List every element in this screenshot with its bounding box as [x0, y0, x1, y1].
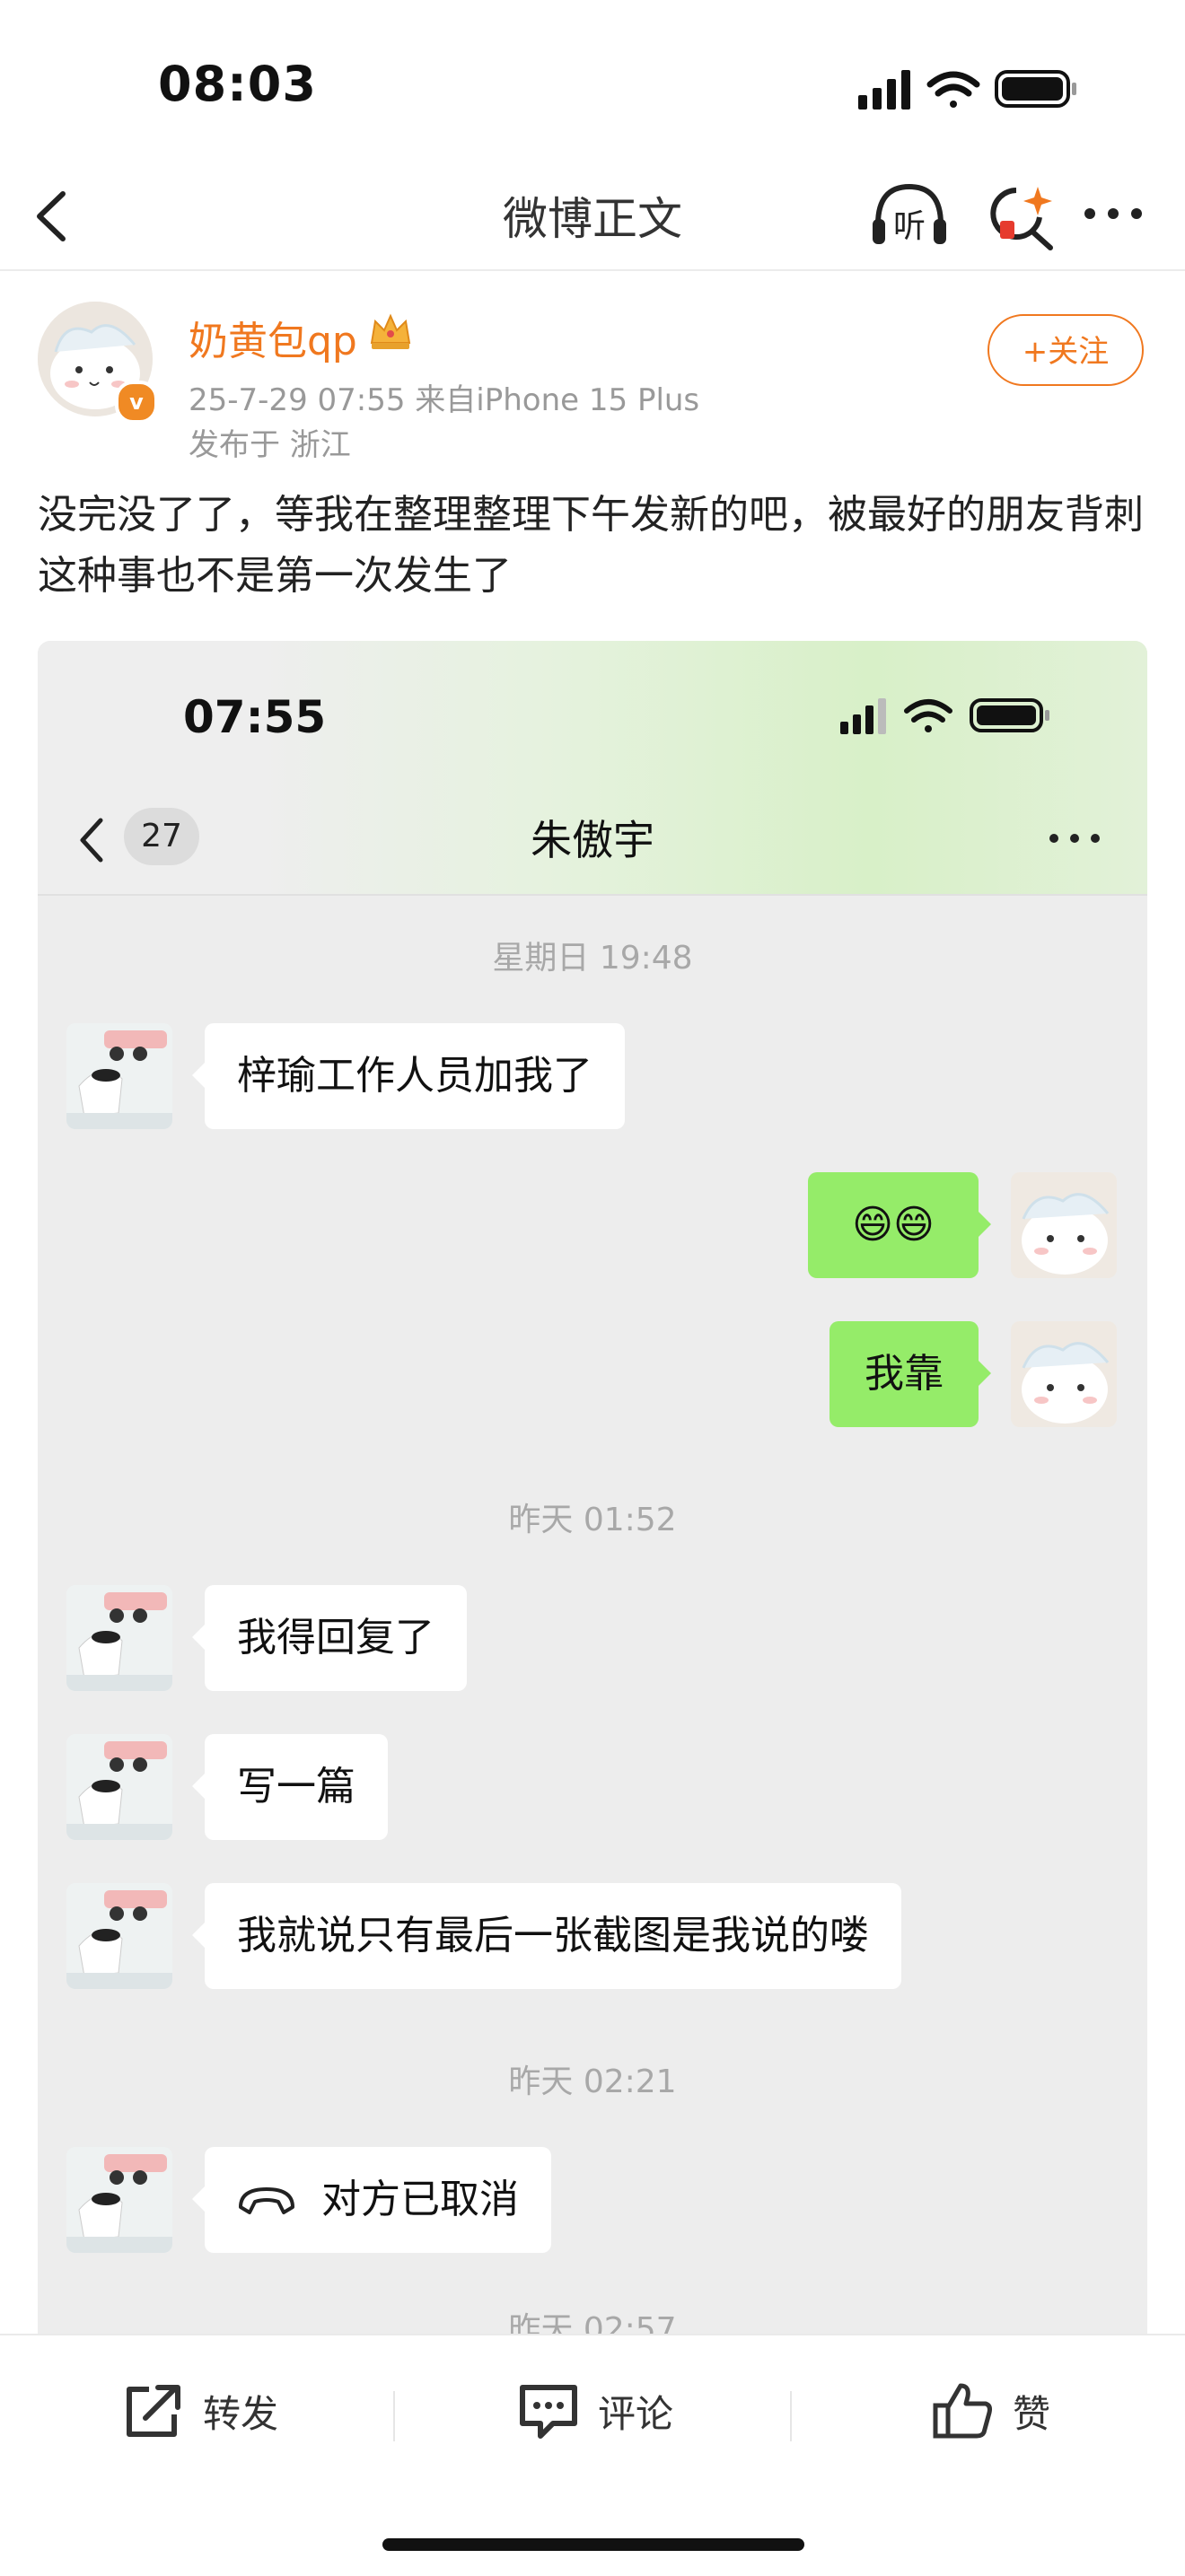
like-button[interactable]: 赞	[932, 2382, 1050, 2454]
phone-hangup-icon	[239, 2187, 294, 2214]
call-status-text: 对方已取消	[321, 2177, 519, 2222]
chat-status-time: 07:55	[183, 691, 327, 743]
contact-avatar	[66, 1883, 172, 1989]
comment-icon	[520, 2385, 577, 2439]
message-text: 😄😄	[852, 1202, 935, 1248]
more-icon[interactable]	[1077, 185, 1149, 242]
repost-button[interactable]: 转发	[122, 2382, 278, 2454]
signal-icon	[858, 70, 910, 110]
chat-header-divider	[38, 894, 1147, 896]
follow-button[interactable]: +关注	[988, 314, 1144, 386]
nav-bar: 微博正文 听	[0, 158, 1185, 271]
post-meta: 25-7-29 07:55 来自iPhone 15 Plus	[189, 382, 700, 418]
comment-label: 评论	[598, 2391, 674, 2436]
chat-timestamp: 昨天 01:52	[508, 1502, 677, 1538]
self-avatar	[1011, 1321, 1117, 1427]
verified-badge-icon: v	[115, 381, 158, 424]
wifi-icon	[926, 71, 980, 108]
home-indicator	[382, 2538, 804, 2551]
repost-label: 转发	[203, 2391, 279, 2436]
signal-icon	[840, 698, 886, 734]
battery-icon	[995, 70, 1076, 108]
search-icon[interactable]	[979, 178, 1059, 253]
chat-status-icons	[840, 698, 1049, 734]
status-time: 08:03	[158, 56, 317, 112]
divider	[393, 2391, 395, 2441]
repost-icon	[127, 2385, 180, 2437]
action-bar: 转发 评论 赞	[0, 2334, 1185, 2576]
comment-button[interactable]: 评论	[517, 2382, 673, 2454]
status-icons	[858, 70, 1076, 110]
contact-avatar	[66, 1023, 172, 1129]
battery-icon	[970, 698, 1049, 732]
like-label: 赞	[1013, 2391, 1051, 2436]
message-bubble-left: 写一篇	[192, 1734, 388, 1840]
message-bubble-left: 我就说只有最后一张截图是我说的喽	[192, 1883, 901, 1989]
contact-avatar	[66, 1734, 172, 1840]
message-bubble-left: 我得回复了	[192, 1585, 467, 1691]
chat-timestamp: 星期日 19:48	[492, 940, 693, 977]
contact-avatar	[66, 2147, 172, 2253]
chat-contact-name: 朱傲宇	[531, 816, 654, 864]
self-avatar	[1011, 1172, 1117, 1278]
divider	[790, 2391, 792, 2441]
chat-timestamp: 昨天 02:21	[508, 2063, 677, 2100]
call-cancelled-bubble: 对方已取消	[192, 2147, 551, 2253]
message-bubble-right: 😄😄	[808, 1172, 991, 1278]
thumbs-up-icon	[933, 2383, 992, 2439]
crown-icon	[370, 313, 411, 349]
message-bubble-left: 梓瑜工作人员加我了	[192, 1023, 625, 1129]
wifi-icon	[904, 699, 952, 732]
listen-icon[interactable]: 听	[869, 178, 950, 253]
post-text: 没完没了了，等我在整理整理下午发新的吧，被最好的朋友背刺这种事也不是第一次发生了	[38, 492, 1144, 599]
message-bubble-right: 我靠	[830, 1321, 991, 1427]
contact-avatar	[66, 1585, 172, 1691]
chat-header: 07:55 27 朱傲宇	[38, 641, 1147, 894]
post-image[interactable]: 07:55 27 朱傲宇 星期日 19:48 梓瑜工作人员加我了 😄😄 我靠 昨…	[38, 641, 1147, 2339]
chat-more-icon	[1049, 834, 1100, 843]
post-location: 发布于 浙江	[189, 427, 351, 463]
author-name[interactable]: 奶黄包qp	[189, 309, 357, 366]
listen-label: 听	[893, 208, 926, 245]
